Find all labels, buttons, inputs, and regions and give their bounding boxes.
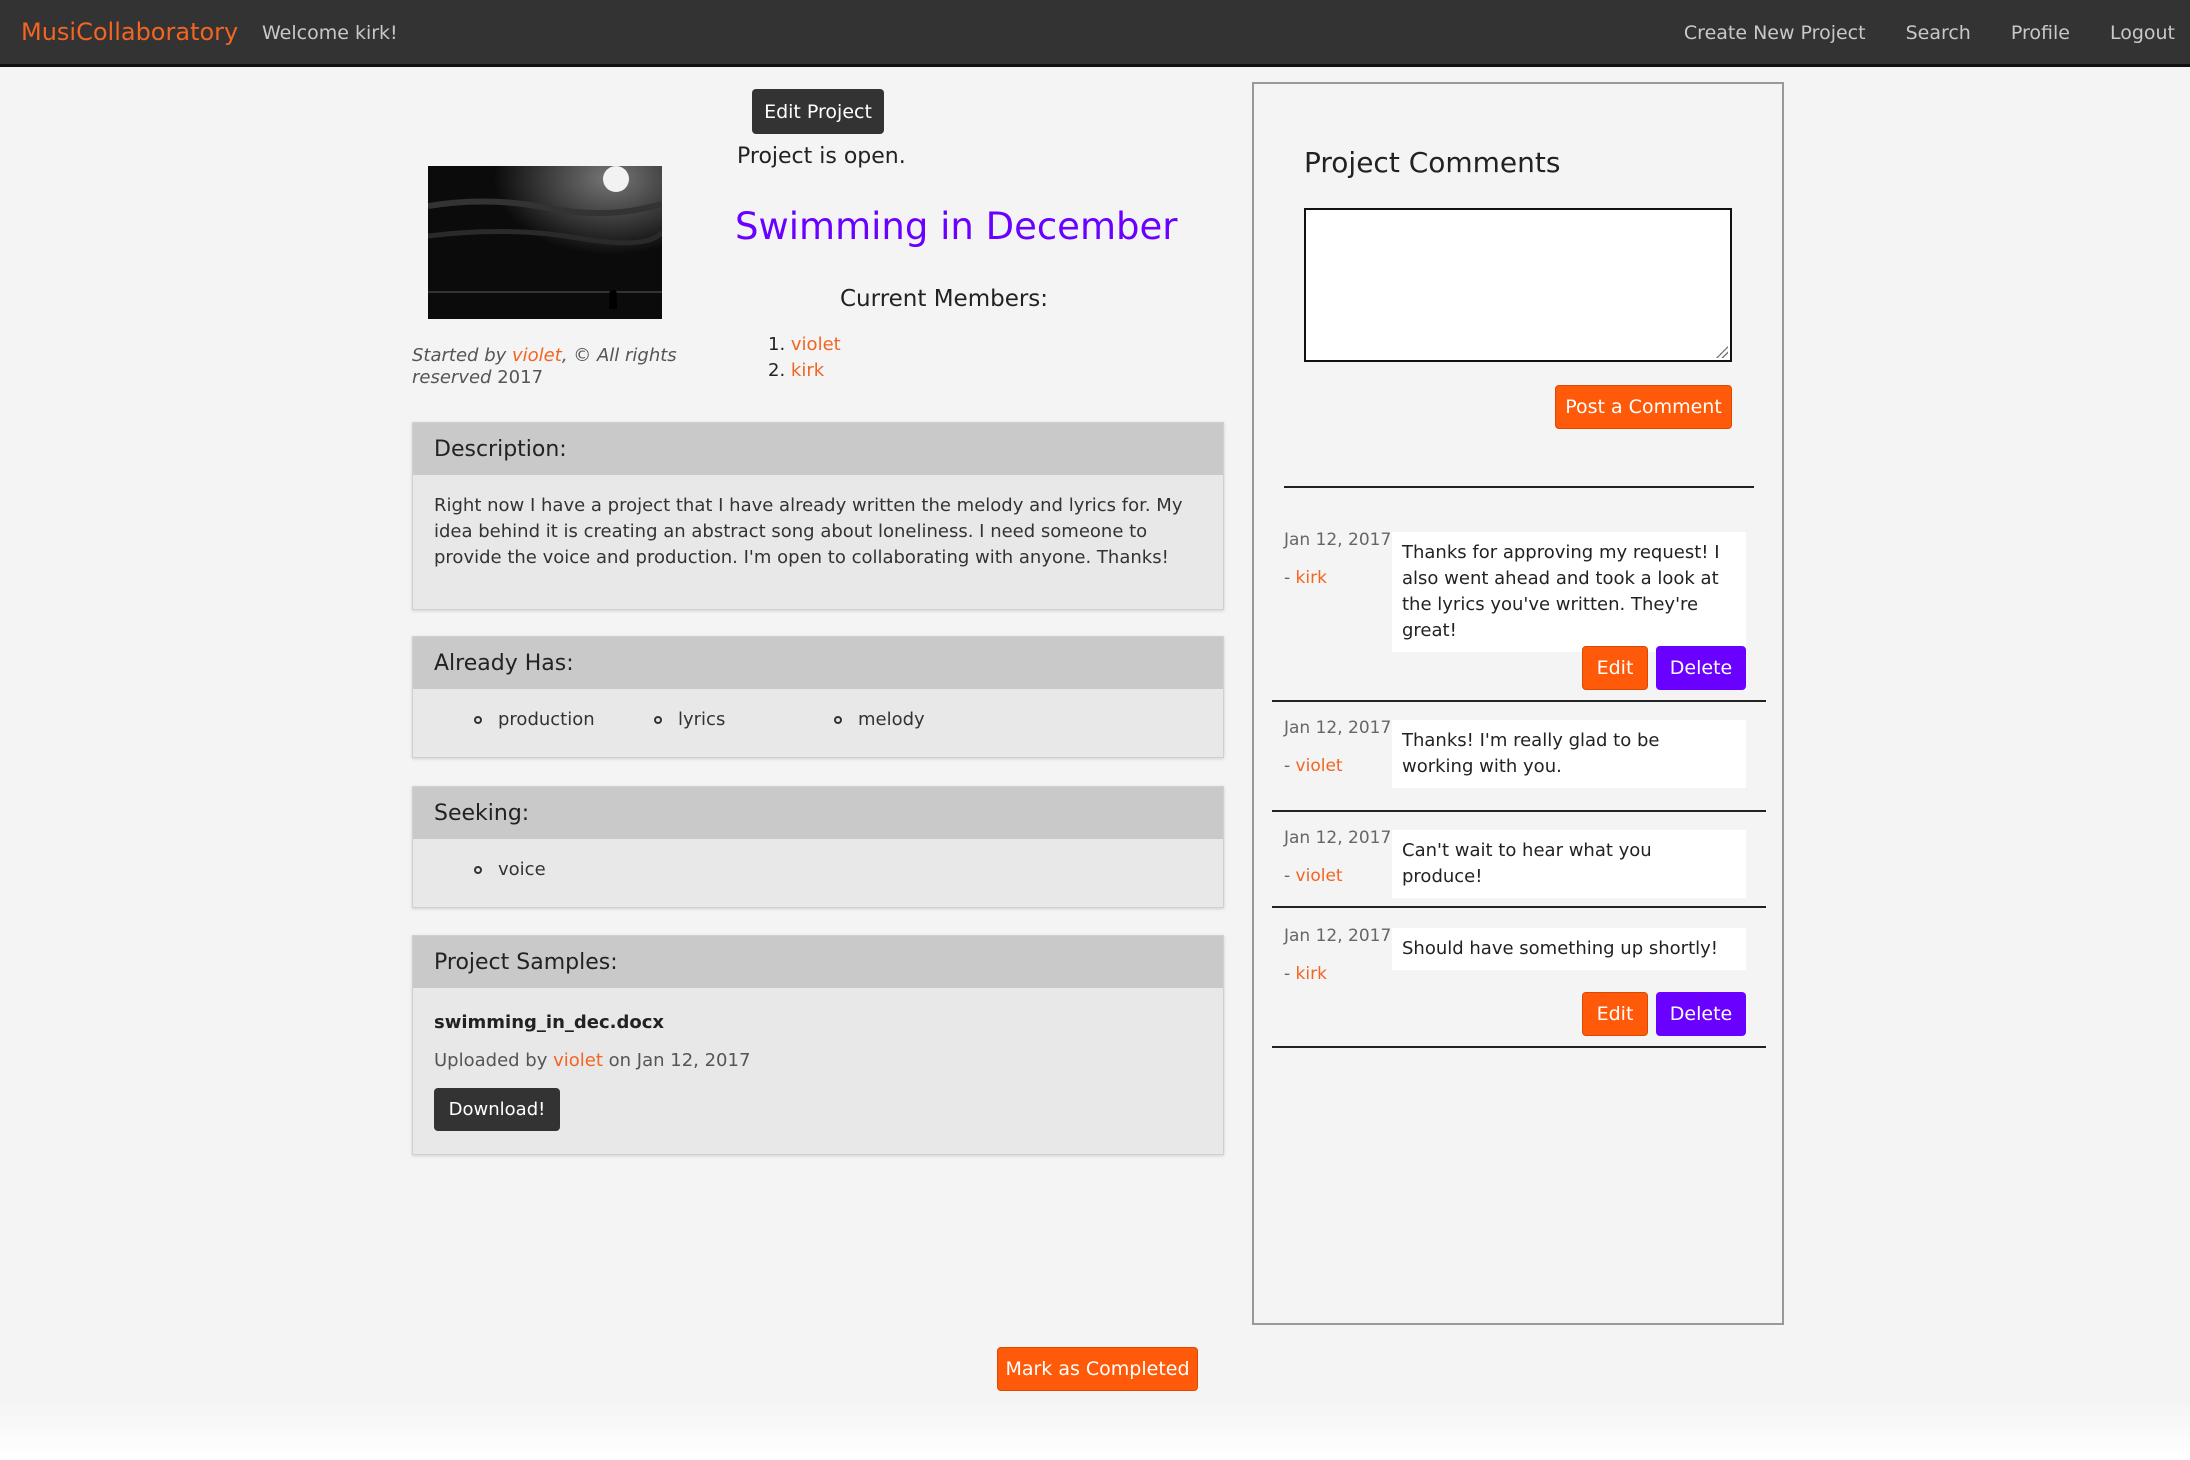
nav-logout[interactable]: Logout xyxy=(2110,22,2175,44)
nav-search[interactable]: Search xyxy=(1906,22,1971,44)
members-heading: Current Members: xyxy=(840,286,1049,312)
seeking-list: voice xyxy=(413,839,1223,901)
comment-item: Jan 12, 2017 - violet Can't wait to hear… xyxy=(1272,812,1766,908)
comment-date: Jan 12, 2017 xyxy=(1284,828,1392,848)
comment-item: Jan 12, 2017 - violet Thanks! I'm really… xyxy=(1272,702,1766,812)
already-has-heading: Already Has: xyxy=(413,637,1223,689)
delete-comment-button[interactable]: Delete xyxy=(1656,646,1746,690)
welcome-text: Welcome kirk! xyxy=(262,22,398,44)
comment-text: Can't wait to hear what you produce! xyxy=(1392,830,1746,898)
top-navbar: MusiCollaboratory Welcome kirk! Create N… xyxy=(0,0,2190,67)
comment-text: Should have something up shortly! xyxy=(1392,928,1746,970)
description-card: Description: Right now I have a project … xyxy=(412,422,1224,610)
edit-project-button[interactable]: Edit Project xyxy=(752,89,884,134)
comment-text: Thanks for approving my request! I also … xyxy=(1392,532,1746,652)
description-heading: Description: xyxy=(413,423,1223,475)
uploader-link[interactable]: violet xyxy=(553,1050,603,1071)
list-item: production xyxy=(434,707,614,733)
description-text: Right now I have a project that I have a… xyxy=(434,495,1183,568)
sample-file-name: swimming_in_dec.docx xyxy=(434,1012,665,1033)
already-has-list: production lyrics melody xyxy=(413,689,1223,751)
brand-logo[interactable]: MusiCollaboratory xyxy=(21,18,238,46)
started-by-note: Started by violet, © All rights reserved… xyxy=(412,345,677,388)
comment-author: - violet xyxy=(1284,756,1343,776)
project-title: Swimming in December xyxy=(735,205,1178,248)
started-by-user-link[interactable]: violet xyxy=(512,345,562,366)
member-item: 1. violet xyxy=(768,334,841,355)
seeking-card: Seeking: voice xyxy=(412,786,1224,908)
comment-textarea[interactable] xyxy=(1304,208,1732,362)
edit-comment-button[interactable]: Edit xyxy=(1582,992,1648,1036)
comment-item: Jan 12, 2017 - kirk Should have somethin… xyxy=(1272,908,1766,1048)
comment-date: Jan 12, 2017 xyxy=(1284,926,1392,946)
comment-author: - kirk xyxy=(1284,568,1327,588)
sample-upload-meta: Uploaded by violet on Jan 12, 2017 xyxy=(434,1050,751,1071)
comment-author: - violet xyxy=(1284,866,1343,886)
nav-links: Create New Project Search Profile Logout xyxy=(1684,22,2175,44)
post-comment-button[interactable]: Post a Comment xyxy=(1555,385,1732,429)
moon-sea-picture xyxy=(428,166,662,319)
comment-text: Thanks! I'm really glad to be working wi… xyxy=(1392,720,1746,788)
member-link-kirk[interactable]: kirk xyxy=(791,360,824,381)
members-list: 1. violet 2. kirk xyxy=(768,332,841,384)
list-item: voice xyxy=(434,857,546,883)
comments-panel: Project Comments Post a Comment Jan 12, … xyxy=(1252,82,1784,1325)
nav-profile[interactable]: Profile xyxy=(2011,22,2070,44)
list-item: melody xyxy=(794,707,974,733)
download-button[interactable]: Download! xyxy=(434,1088,560,1131)
comments-heading: Project Comments xyxy=(1304,146,1561,179)
project-status: Project is open. xyxy=(737,144,906,169)
list-item: lyrics xyxy=(614,707,794,733)
member-link-violet[interactable]: violet xyxy=(791,334,841,355)
delete-comment-button[interactable]: Delete xyxy=(1656,992,1746,1036)
comment-author: - kirk xyxy=(1284,964,1327,984)
edit-comment-button[interactable]: Edit xyxy=(1582,646,1648,690)
resize-handle-icon[interactable] xyxy=(1716,346,1728,358)
comment-date: Jan 12, 2017 xyxy=(1284,530,1392,550)
already-has-card: Already Has: production lyrics melody xyxy=(412,636,1224,758)
mark-completed-button[interactable]: Mark as Completed xyxy=(997,1347,1198,1391)
samples-card: Project Samples: swimming_in_dec.docx Up… xyxy=(412,935,1224,1155)
comment-date: Jan 12, 2017 xyxy=(1284,718,1392,738)
comment-item: Jan 12, 2017 - kirk Thanks for approving… xyxy=(1272,524,1766,702)
divider xyxy=(1284,486,1754,488)
member-item: 2. kirk xyxy=(768,360,825,381)
page-footer xyxy=(0,1400,2190,1460)
nav-create-project[interactable]: Create New Project xyxy=(1684,22,1866,44)
seeking-heading: Seeking: xyxy=(413,787,1223,839)
project-cover-image xyxy=(428,166,662,319)
samples-heading: Project Samples: xyxy=(413,936,1223,988)
